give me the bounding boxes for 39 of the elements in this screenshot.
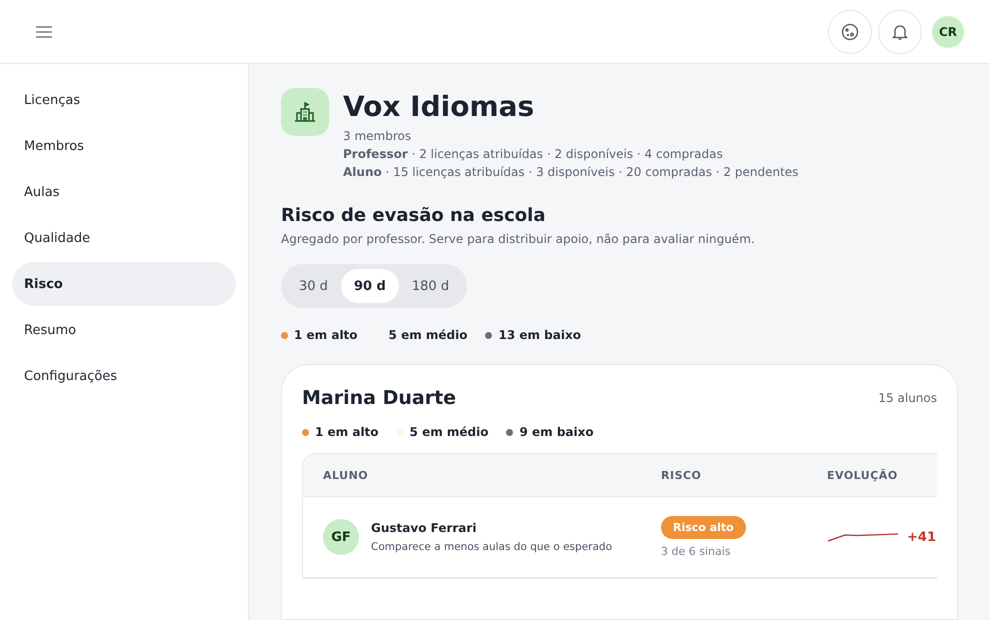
column-header: RISCO <box>661 468 702 482</box>
period-tab[interactable]: 30 d <box>286 269 341 303</box>
sidebar-item[interactable]: Resumo <box>12 308 236 352</box>
student-avatar: GF <box>323 519 359 555</box>
signal-count: 3 de 6 sinais <box>661 545 731 558</box>
trend-sparkline <box>827 532 899 542</box>
user-avatar[interactable]: CR <box>932 16 964 48</box>
student-count: 15 alunos <box>878 391 937 405</box>
license-summary: Professor · 2 licenças atribuídas · 2 disponíveis · 4 compradas <box>343 147 724 161</box>
risk-count: 1 em alto <box>315 425 379 439</box>
period-tab[interactable]: 180 d <box>398 269 462 303</box>
section-title: Risco de evasão na escola <box>281 205 546 226</box>
member-count: 3 membros <box>343 129 412 143</box>
column-header: EVOLUÇÃO <box>827 468 899 482</box>
cookie-icon[interactable] <box>828 10 872 54</box>
column-header: ALUNO <box>323 468 370 482</box>
risk-label: Risco alto <box>661 516 746 539</box>
risk-count: 13 em baixo <box>498 328 581 342</box>
risk-reason: Comparece a menos aulas do que o esperado <box>371 541 612 553</box>
sidebar-item[interactable]: Configurações <box>12 354 236 398</box>
student-name: Gustavo Ferrari <box>371 521 476 535</box>
school-building-icon <box>281 88 329 136</box>
sidebar-item[interactable]: Risco <box>12 262 236 306</box>
school-name: Vox Idiomas <box>343 90 536 123</box>
risk-change: +41 <box>907 530 936 544</box>
risk-count: 5 em médio <box>410 425 488 439</box>
teacher-name: Marina Duarte <box>302 387 456 409</box>
sidebar-item[interactable]: Membros <box>12 124 236 168</box>
sidebar-item[interactable]: Qualidade <box>12 216 236 260</box>
risk-count: 1 em alto <box>294 328 358 342</box>
license-summary: Aluno · 15 licenças atribuídas · 3 disponíveis · 20 compradas · 2 pendentes <box>343 165 798 179</box>
sidebar-item[interactable]: Licenças <box>12 78 236 122</box>
risk-count: 9 em baixo <box>519 425 594 439</box>
sidebar-item[interactable]: Aulas <box>12 170 236 214</box>
risk-count: 5 em médio <box>388 328 468 342</box>
notification-bell-icon[interactable] <box>878 10 922 54</box>
section-subtitle: Agregado por professor. Serve para distribuir apoio, não para avaliar ninguém. <box>281 232 755 246</box>
period-tab[interactable]: 90 d <box>340 269 399 303</box>
menu-icon[interactable] <box>36 26 52 38</box>
